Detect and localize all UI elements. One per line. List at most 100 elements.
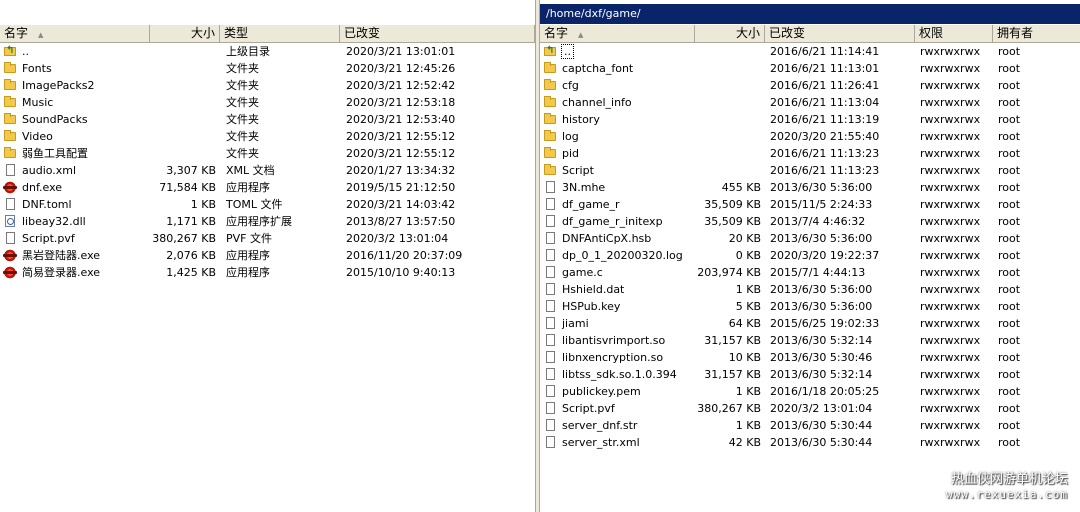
file-name: libnxencryption.so bbox=[562, 351, 664, 364]
right-header-owner[interactable]: 拥有者 bbox=[993, 25, 1080, 42]
file-size: 71,584 KB bbox=[159, 181, 216, 194]
file-row[interactable]: libnxencryption.so 10 KB 2013/6/30 5:30:46… bbox=[540, 349, 1080, 366]
file-row[interactable]: pid 2016/6/21 11:13:23 rwxrwxrwx root bbox=[540, 145, 1080, 162]
file-perms-cell: rwxrwxrwx bbox=[915, 247, 993, 264]
file-modified: 2013/7/4 4:46:32 bbox=[770, 215, 866, 228]
file-modified: 2013/6/30 5:36:00 bbox=[770, 181, 873, 194]
file-size: 31,157 KB bbox=[704, 368, 761, 381]
file-modified: 2016/1/18 20:05:25 bbox=[770, 385, 880, 398]
file-type: TOML 文件 bbox=[226, 198, 283, 211]
right-header-name[interactable]: 名字 ▲ bbox=[540, 25, 695, 42]
file-owner-cell: root bbox=[993, 128, 1080, 145]
file-type-cell: 应用程序 bbox=[220, 247, 340, 264]
exe-icon bbox=[3, 249, 17, 262]
file-name: .. bbox=[561, 44, 574, 59]
file-row[interactable]: Fonts 文件夹 2020/3/21 12:45:26 bbox=[0, 60, 535, 77]
file-icon bbox=[546, 232, 555, 244]
file-owner: root bbox=[998, 300, 1021, 313]
file-row[interactable]: dnf.exe 71,584 KB 应用程序 2019/5/15 21:12:50 bbox=[0, 179, 535, 196]
file-row[interactable]: ImagePacks2 文件夹 2020/3/21 12:52:42 bbox=[0, 77, 535, 94]
file-row[interactable]: Script.pvf 380,267 KB PVF 文件 2020/3/2 13:01… bbox=[0, 230, 535, 247]
file-modified-cell: 2020/3/21 12:45:26 bbox=[340, 60, 535, 77]
file-owner: root bbox=[998, 45, 1021, 58]
file-row[interactable]: dp_0_1_20200320.log 0 KB 2020/3/20 19:22:3… bbox=[540, 247, 1080, 264]
left-file-list: .. 上级目录 2020/3/21 13:01:01 Fonts 文件夹 2020/3/2… bbox=[0, 43, 535, 281]
file-row[interactable]: .. 2016/6/21 11:14:41 rwxrwxrwx root bbox=[540, 43, 1080, 60]
file-modified: 2016/6/21 11:13:23 bbox=[770, 147, 880, 160]
file-owner: root bbox=[998, 283, 1021, 296]
file-row[interactable]: 弱鱼工具配置 文件夹 2020/3/21 12:55:12 bbox=[0, 145, 535, 162]
file-row[interactable]: game.c 203,974 KB 2015/7/1 4:44:13 rwxrwxrw… bbox=[540, 264, 1080, 281]
file-row[interactable]: libeay32.dll 1,171 KB 应用程序扩展 2013/8/27 13:5… bbox=[0, 213, 535, 230]
remote-file-pane: /home/dxf/game/ 名字 ▲ 大小 已改变 权限 拥有者 .. 2016… bbox=[540, 0, 1080, 512]
file-modified-cell: 2013/6/30 5:30:44 bbox=[765, 434, 915, 451]
watermark-title: 热血侠网游单机论坛 bbox=[950, 472, 1068, 487]
file-name: libantisvrimport.so bbox=[562, 334, 666, 347]
file-owner-cell: root bbox=[993, 145, 1080, 162]
file-row[interactable]: 3N.mhe 455 KB 2013/6/30 5:36:00 rwxrwxrwx ro… bbox=[540, 179, 1080, 196]
file-perms-cell: rwxrwxrwx bbox=[915, 77, 993, 94]
file-row[interactable]: HSPub.key 5 KB 2013/6/30 5:36:00 rwxrwxrwx r… bbox=[540, 298, 1080, 315]
file-row[interactable]: Script 2016/6/21 11:13:23 rwxrwxrwx root bbox=[540, 162, 1080, 179]
file-row[interactable]: history 2016/6/21 11:13:19 rwxrwxrwx root bbox=[540, 111, 1080, 128]
right-header-modified[interactable]: 已改变 bbox=[765, 25, 915, 42]
file-name: pid bbox=[562, 147, 580, 160]
file-row[interactable]: DNFAntiCpX.hsb 20 KB 2013/6/30 5:36:00 rwxr… bbox=[540, 230, 1080, 247]
file-size: 64 KB bbox=[728, 317, 761, 330]
left-header-type[interactable]: 类型 bbox=[220, 25, 340, 42]
file-owner-cell: root bbox=[993, 400, 1080, 417]
file-owner-cell: root bbox=[993, 298, 1080, 315]
file-row[interactable]: .. 上级目录 2020/3/21 13:01:01 bbox=[0, 43, 535, 60]
file-icon bbox=[6, 198, 15, 210]
file-owner-cell: root bbox=[993, 213, 1080, 230]
file-perms-cell: rwxrwxrwx bbox=[915, 315, 993, 332]
file-row[interactable]: DNF.toml 1 KB TOML 文件 2020/3/21 14:03:42 bbox=[0, 196, 535, 213]
file-name-cell: libeay32.dll bbox=[0, 213, 150, 230]
file-name-cell: publickey.pem bbox=[540, 383, 695, 400]
right-header-size[interactable]: 大小 bbox=[695, 25, 765, 42]
file-size-cell: 1 KB bbox=[695, 383, 765, 400]
file-owner-cell: root bbox=[993, 332, 1080, 349]
file-row[interactable]: log 2020/3/20 21:55:40 rwxrwxrwx root bbox=[540, 128, 1080, 145]
file-type: 文件夹 bbox=[226, 113, 259, 126]
file-row[interactable]: Video 文件夹 2020/3/21 12:55:12 bbox=[0, 128, 535, 145]
file-row[interactable]: 黑岩登陆器.exe 2,076 KB 应用程序 2016/11/20 20:37:09 bbox=[0, 247, 535, 264]
file-perms: rwxrwxrwx bbox=[920, 45, 981, 58]
file-icon bbox=[546, 334, 555, 346]
file-row[interactable]: audio.xml 3,307 KB XML 文档 2020/1/27 13:34:3… bbox=[0, 162, 535, 179]
file-row[interactable]: captcha_font 2016/6/21 11:13:01 rwxrwxrwx r… bbox=[540, 60, 1080, 77]
file-row[interactable]: SoundPacks 文件夹 2020/3/21 12:53:40 bbox=[0, 111, 535, 128]
file-row[interactable]: publickey.pem 1 KB 2016/1/18 20:05:25 rwxrw… bbox=[540, 383, 1080, 400]
left-header-name[interactable]: 名字 ▲ bbox=[0, 25, 150, 42]
file-row[interactable]: df_game_r 35,509 KB 2015/11/5 2:24:33 rwxrw… bbox=[540, 196, 1080, 213]
file-type-cell: TOML 文件 bbox=[220, 196, 340, 213]
file-name-cell: DNF.toml bbox=[0, 196, 150, 213]
right-header-name-label: 名字 bbox=[544, 26, 569, 40]
left-pane-top-spacer bbox=[0, 0, 535, 24]
file-icon bbox=[546, 351, 555, 363]
file-name: history bbox=[562, 113, 600, 126]
file-row[interactable]: df_game_r_initexp 35,509 KB 2013/7/4 4:46:… bbox=[540, 213, 1080, 230]
file-row[interactable]: libtss_sdk.so.1.0.394 31,157 KB 2013/6/30 … bbox=[540, 366, 1080, 383]
file-type-cell: 文件夹 bbox=[220, 77, 340, 94]
file-size-cell: 35,509 KB bbox=[695, 196, 765, 213]
file-row[interactable]: Hshield.dat 1 KB 2013/6/30 5:36:00 rwxrwxrw… bbox=[540, 281, 1080, 298]
file-row[interactable]: jiami 64 KB 2015/6/25 19:02:33 rwxrwxrwx roo… bbox=[540, 315, 1080, 332]
file-row[interactable]: server_str.xml 42 KB 2013/6/30 5:30:44 rwxr… bbox=[540, 434, 1080, 451]
file-size-cell: 20 KB bbox=[695, 230, 765, 247]
file-row[interactable]: channel_info 2016/6/21 11:13:04 rwxrwxrwx r… bbox=[540, 94, 1080, 111]
file-size: 380,267 KB bbox=[697, 402, 761, 415]
file-row[interactable]: 简易登录器.exe 1,425 KB 应用程序 2015/10/10 9:40:13 bbox=[0, 264, 535, 281]
file-row[interactable]: Script.pvf 380,267 KB 2020/3/2 13:01:04 rwx… bbox=[540, 400, 1080, 417]
file-row[interactable]: server_dnf.str 1 KB 2013/6/30 5:30:44 rwxrw… bbox=[540, 417, 1080, 434]
right-header-perms[interactable]: 权限 bbox=[915, 25, 993, 42]
file-row[interactable]: Music 文件夹 2020/3/21 12:53:18 bbox=[0, 94, 535, 111]
remote-path-bar[interactable]: /home/dxf/game/ bbox=[540, 4, 1080, 24]
file-perms-cell: rwxrwxrwx bbox=[915, 298, 993, 315]
left-header-size[interactable]: 大小 bbox=[150, 25, 220, 42]
file-owner-cell: root bbox=[993, 162, 1080, 179]
left-header-modified[interactable]: 已改变 bbox=[340, 25, 535, 42]
file-row[interactable]: libantisvrimport.so 31,157 KB 2013/6/30 5:… bbox=[540, 332, 1080, 349]
file-row[interactable]: cfg 2016/6/21 11:26:41 rwxrwxrwx root bbox=[540, 77, 1080, 94]
file-size-cell bbox=[150, 43, 220, 60]
